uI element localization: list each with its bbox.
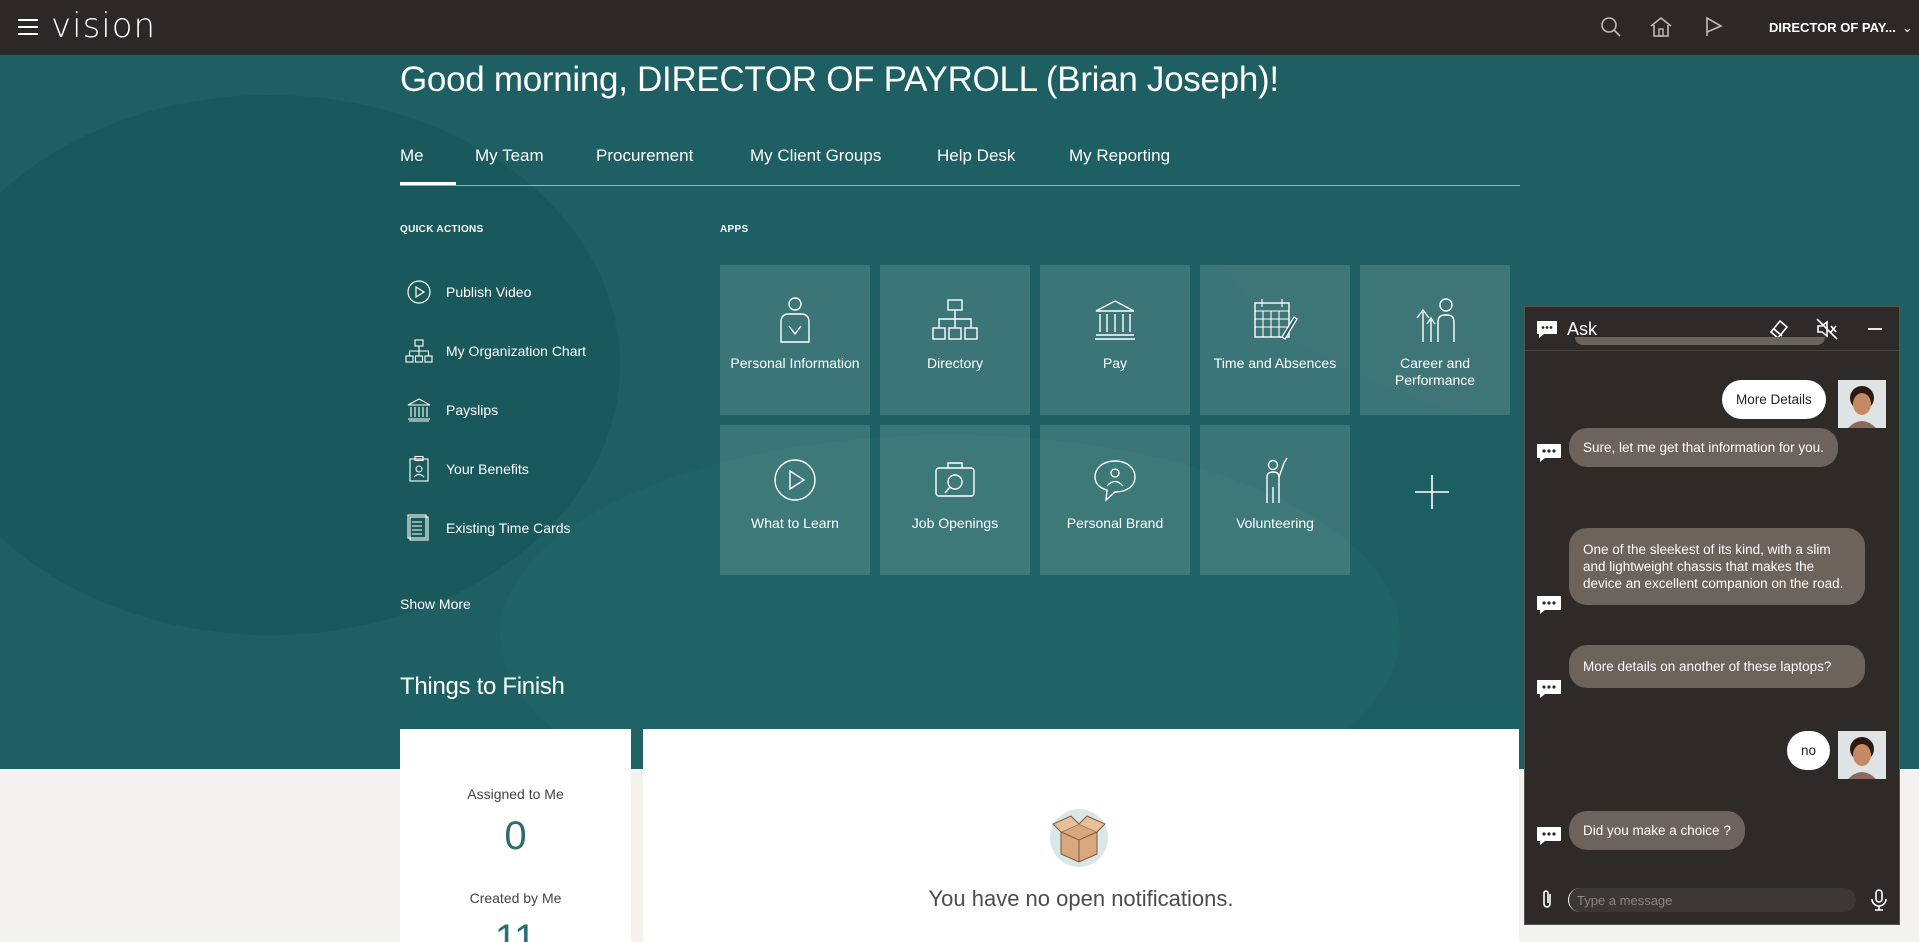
search-icon[interactable]: [1598, 14, 1624, 40]
bot-avatar-icon: [1537, 680, 1561, 698]
created-by-me-count[interactable]: 11: [400, 917, 631, 942]
quick-action-label: Publish Video: [446, 284, 532, 300]
app-tile-label: Time and Absences: [1213, 355, 1337, 371]
bank-icon: [404, 395, 434, 425]
app-tile-personal-information[interactable]: Personal Information: [720, 265, 870, 415]
app-tile-label: Career and Performance: [1394, 355, 1476, 388]
bot-avatar-icon: [1537, 444, 1561, 462]
app-tile-label: Personal Information: [730, 355, 860, 371]
person-icon: [768, 295, 822, 345]
app-tile-pay[interactable]: Pay: [1040, 265, 1190, 415]
bot-avatar-icon: [1537, 596, 1561, 614]
tab-bar: Me My Team Procurement My Client Groups …: [400, 146, 1520, 186]
quick-action-label: Existing Time Cards: [446, 520, 571, 536]
app-tile-volunteering[interactable]: Volunteering: [1200, 425, 1350, 575]
quick-action-label: Payslips: [446, 402, 499, 418]
quick-action-publish-video[interactable]: Publish Video: [404, 277, 531, 307]
directory-icon: [928, 295, 982, 345]
app-tile-label: Directory: [926, 355, 983, 371]
chat-person-icon: [1088, 455, 1142, 505]
app-tile-time-and-absences[interactable]: Time and Absences: [1200, 265, 1350, 415]
tab-my-client-groups[interactable]: My Client Groups: [750, 146, 881, 185]
things-to-finish-heading: Things to Finish: [400, 673, 565, 700]
minimize-icon[interactable]: [1863, 317, 1887, 341]
chat-message-input[interactable]: [1568, 888, 1856, 912]
tab-me[interactable]: Me: [400, 146, 456, 185]
chat-bubble-partial: [1575, 337, 1825, 345]
page-title: Good morning, DIRECTOR OF PAYROLL (Brian…: [400, 60, 1279, 99]
play-circle-icon: [768, 455, 822, 505]
app-tile-what-to-learn[interactable]: What to Learn: [720, 425, 870, 575]
briefcase-search-icon: [928, 455, 982, 505]
app-tile-label: What to Learn: [751, 515, 839, 531]
task-summary-card: Assigned to Me 0 Created by Me 11: [400, 729, 631, 942]
chat-message-user: More Details: [1722, 380, 1826, 419]
assigned-to-me-label: Assigned to Me: [467, 786, 564, 802]
user-menu[interactable]: DIRECTOR OF PAY... ⌄: [1769, 20, 1913, 36]
benefits-icon: [404, 454, 434, 484]
attachment-icon[interactable]: [1535, 888, 1559, 912]
quick-action-org-chart[interactable]: My Organization Chart: [404, 336, 586, 366]
quick-action-label: Your Benefits: [446, 461, 529, 477]
brand-logo[interactable]: vision: [51, 6, 156, 46]
time-card-icon: [404, 513, 434, 543]
org-chart-icon: [404, 336, 434, 366]
chat-message-user: no: [1787, 731, 1831, 770]
no-notifications-message: You have no open notifications.: [928, 886, 1234, 911]
app-tile-label: Pay: [1102, 355, 1128, 371]
tab-help-desk[interactable]: Help Desk: [937, 146, 1015, 185]
chevron-down-icon: ⌄: [1901, 20, 1913, 35]
notifications-card: You have no open notifications.: [643, 729, 1519, 942]
app-tile-job-openings[interactable]: Job Openings: [880, 425, 1030, 575]
quick-action-time-cards[interactable]: Existing Time Cards: [404, 513, 570, 543]
user-menu-label: DIRECTOR OF PAY...: [1769, 20, 1896, 35]
play-circle-icon: [404, 277, 434, 307]
assigned-to-me-count[interactable]: 0: [400, 814, 631, 859]
hamburger-menu-icon[interactable]: [18, 19, 38, 35]
show-more-link[interactable]: Show More: [400, 596, 471, 612]
apps-heading: APPS: [720, 224, 749, 235]
created-by-me-label: Created by Me: [469, 890, 562, 906]
app-tile-career-and-performance[interactable]: Career and Performance: [1360, 265, 1510, 415]
chat-message-bot: Sure, let me get that information for yo…: [1569, 428, 1838, 467]
chat-message-bot: One of the sleekest of its kind, with a …: [1569, 528, 1865, 605]
app-tile-personal-brand[interactable]: Personal Brand: [1040, 425, 1190, 575]
tab-my-team[interactable]: My Team: [475, 146, 544, 185]
user-avatar: [1838, 731, 1886, 779]
top-bar: vision DIRECTOR OF PAY... ⌄: [0, 0, 1919, 55]
quick-actions-heading: QUICK ACTIONS: [400, 224, 484, 235]
empty-box-icon: [1050, 809, 1108, 867]
bot-avatar-icon: [1537, 827, 1561, 845]
chat-panel: Ask More Details Sure, let me get that i…: [1524, 306, 1900, 925]
microphone-icon[interactable]: [1867, 888, 1891, 912]
app-tile-label: Personal Brand: [1066, 515, 1164, 531]
quick-action-label: My Organization Chart: [446, 343, 587, 359]
app-tile-label: Volunteering: [1236, 515, 1314, 531]
app-tile-label: Job Openings: [911, 515, 999, 531]
bank-icon: [1088, 295, 1142, 345]
plus-icon: [1405, 467, 1459, 517]
chat-input-bar: [1525, 876, 1899, 924]
add-app-tile[interactable]: [1357, 417, 1507, 567]
home-icon[interactable]: [1648, 14, 1674, 40]
calendar-icon: [1248, 295, 1302, 345]
chat-message-bot: Did you make a choice ?: [1569, 811, 1745, 850]
flag-icon[interactable]: [1701, 14, 1727, 40]
quick-action-benefits[interactable]: Your Benefits: [404, 454, 529, 484]
app-tile-directory[interactable]: Directory: [880, 265, 1030, 415]
chat-bubble-icon: [1537, 321, 1557, 338]
user-avatar: [1838, 380, 1886, 428]
career-icon: [1408, 295, 1462, 345]
tab-procurement[interactable]: Procurement: [596, 146, 693, 185]
chat-message-bot: More details on another of these laptops…: [1569, 645, 1865, 688]
quick-action-payslips[interactable]: Payslips: [404, 395, 498, 425]
volunteer-icon: [1248, 455, 1302, 505]
tab-my-reporting[interactable]: My Reporting: [1069, 146, 1170, 185]
